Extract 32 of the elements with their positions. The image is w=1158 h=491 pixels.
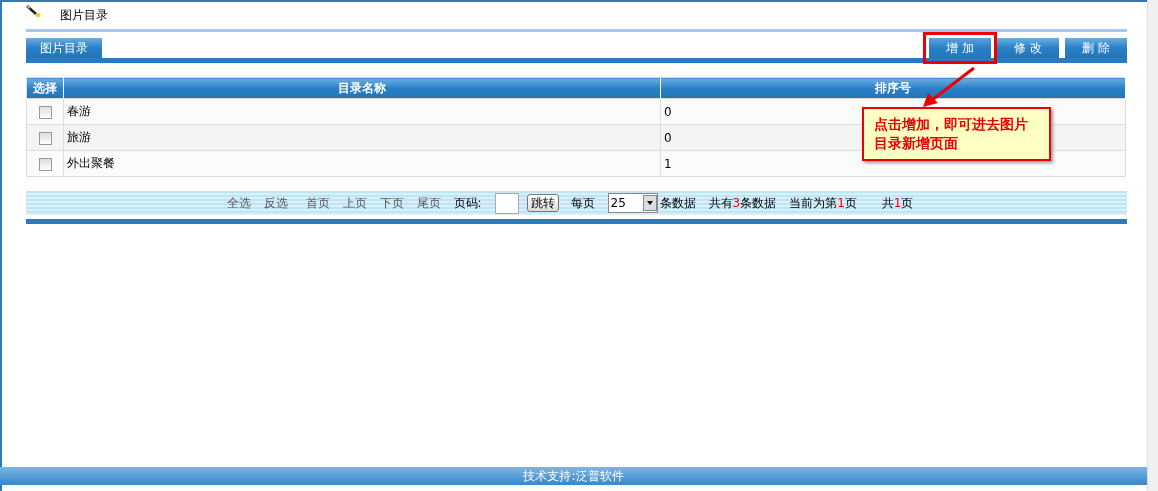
table-cell: 春游 (63, 98, 661, 125)
pager-link[interactable]: 首页 (305, 194, 330, 212)
jump-button[interactable]: 跳转 (526, 194, 559, 212)
column-header: 排序号 (660, 77, 1126, 99)
pager-link[interactable]: 全选 (226, 194, 251, 212)
table-cell: 外出聚餐 (63, 150, 661, 177)
per-page-label: 每页 (570, 194, 595, 212)
per-page-select[interactable]: 25 (607, 193, 658, 213)
pager-link[interactable]: 反选 (263, 194, 288, 212)
checkbox[interactable] (38, 157, 52, 171)
pen-icon (26, 5, 42, 19)
column-header: 选择 (26, 77, 64, 99)
scrollbar[interactable] (1147, 0, 1158, 491)
current-page: 当前为第1页 (789, 194, 857, 212)
action-button[interactable]: 删 除 (1065, 38, 1127, 58)
page-count: 共1页 (881, 194, 914, 212)
callout-note: 点击增加，即可进去图片目录新增页面 (862, 107, 1051, 161)
checkbox[interactable] (38, 105, 52, 119)
per-page-suffix: 条数据 (659, 194, 696, 212)
total-count: 共有3条数据 (708, 194, 777, 212)
page-title: 图片目录 (60, 6, 108, 24)
pager-link[interactable]: 尾页 (416, 194, 441, 212)
footer-text: 技术支持:泛普软件 (523, 468, 624, 485)
pager-link[interactable]: 上页 (342, 194, 367, 212)
page-label: 页码: (453, 194, 482, 212)
tab[interactable]: 图片目录 (26, 38, 102, 58)
checkbox[interactable] (38, 131, 52, 145)
pager-link[interactable]: 下页 (379, 194, 404, 212)
page-input[interactable] (494, 192, 519, 214)
table-cell: 旅游 (63, 124, 661, 151)
action-button[interactable]: 修 改 (997, 38, 1059, 58)
column-header: 目录名称 (63, 77, 661, 99)
